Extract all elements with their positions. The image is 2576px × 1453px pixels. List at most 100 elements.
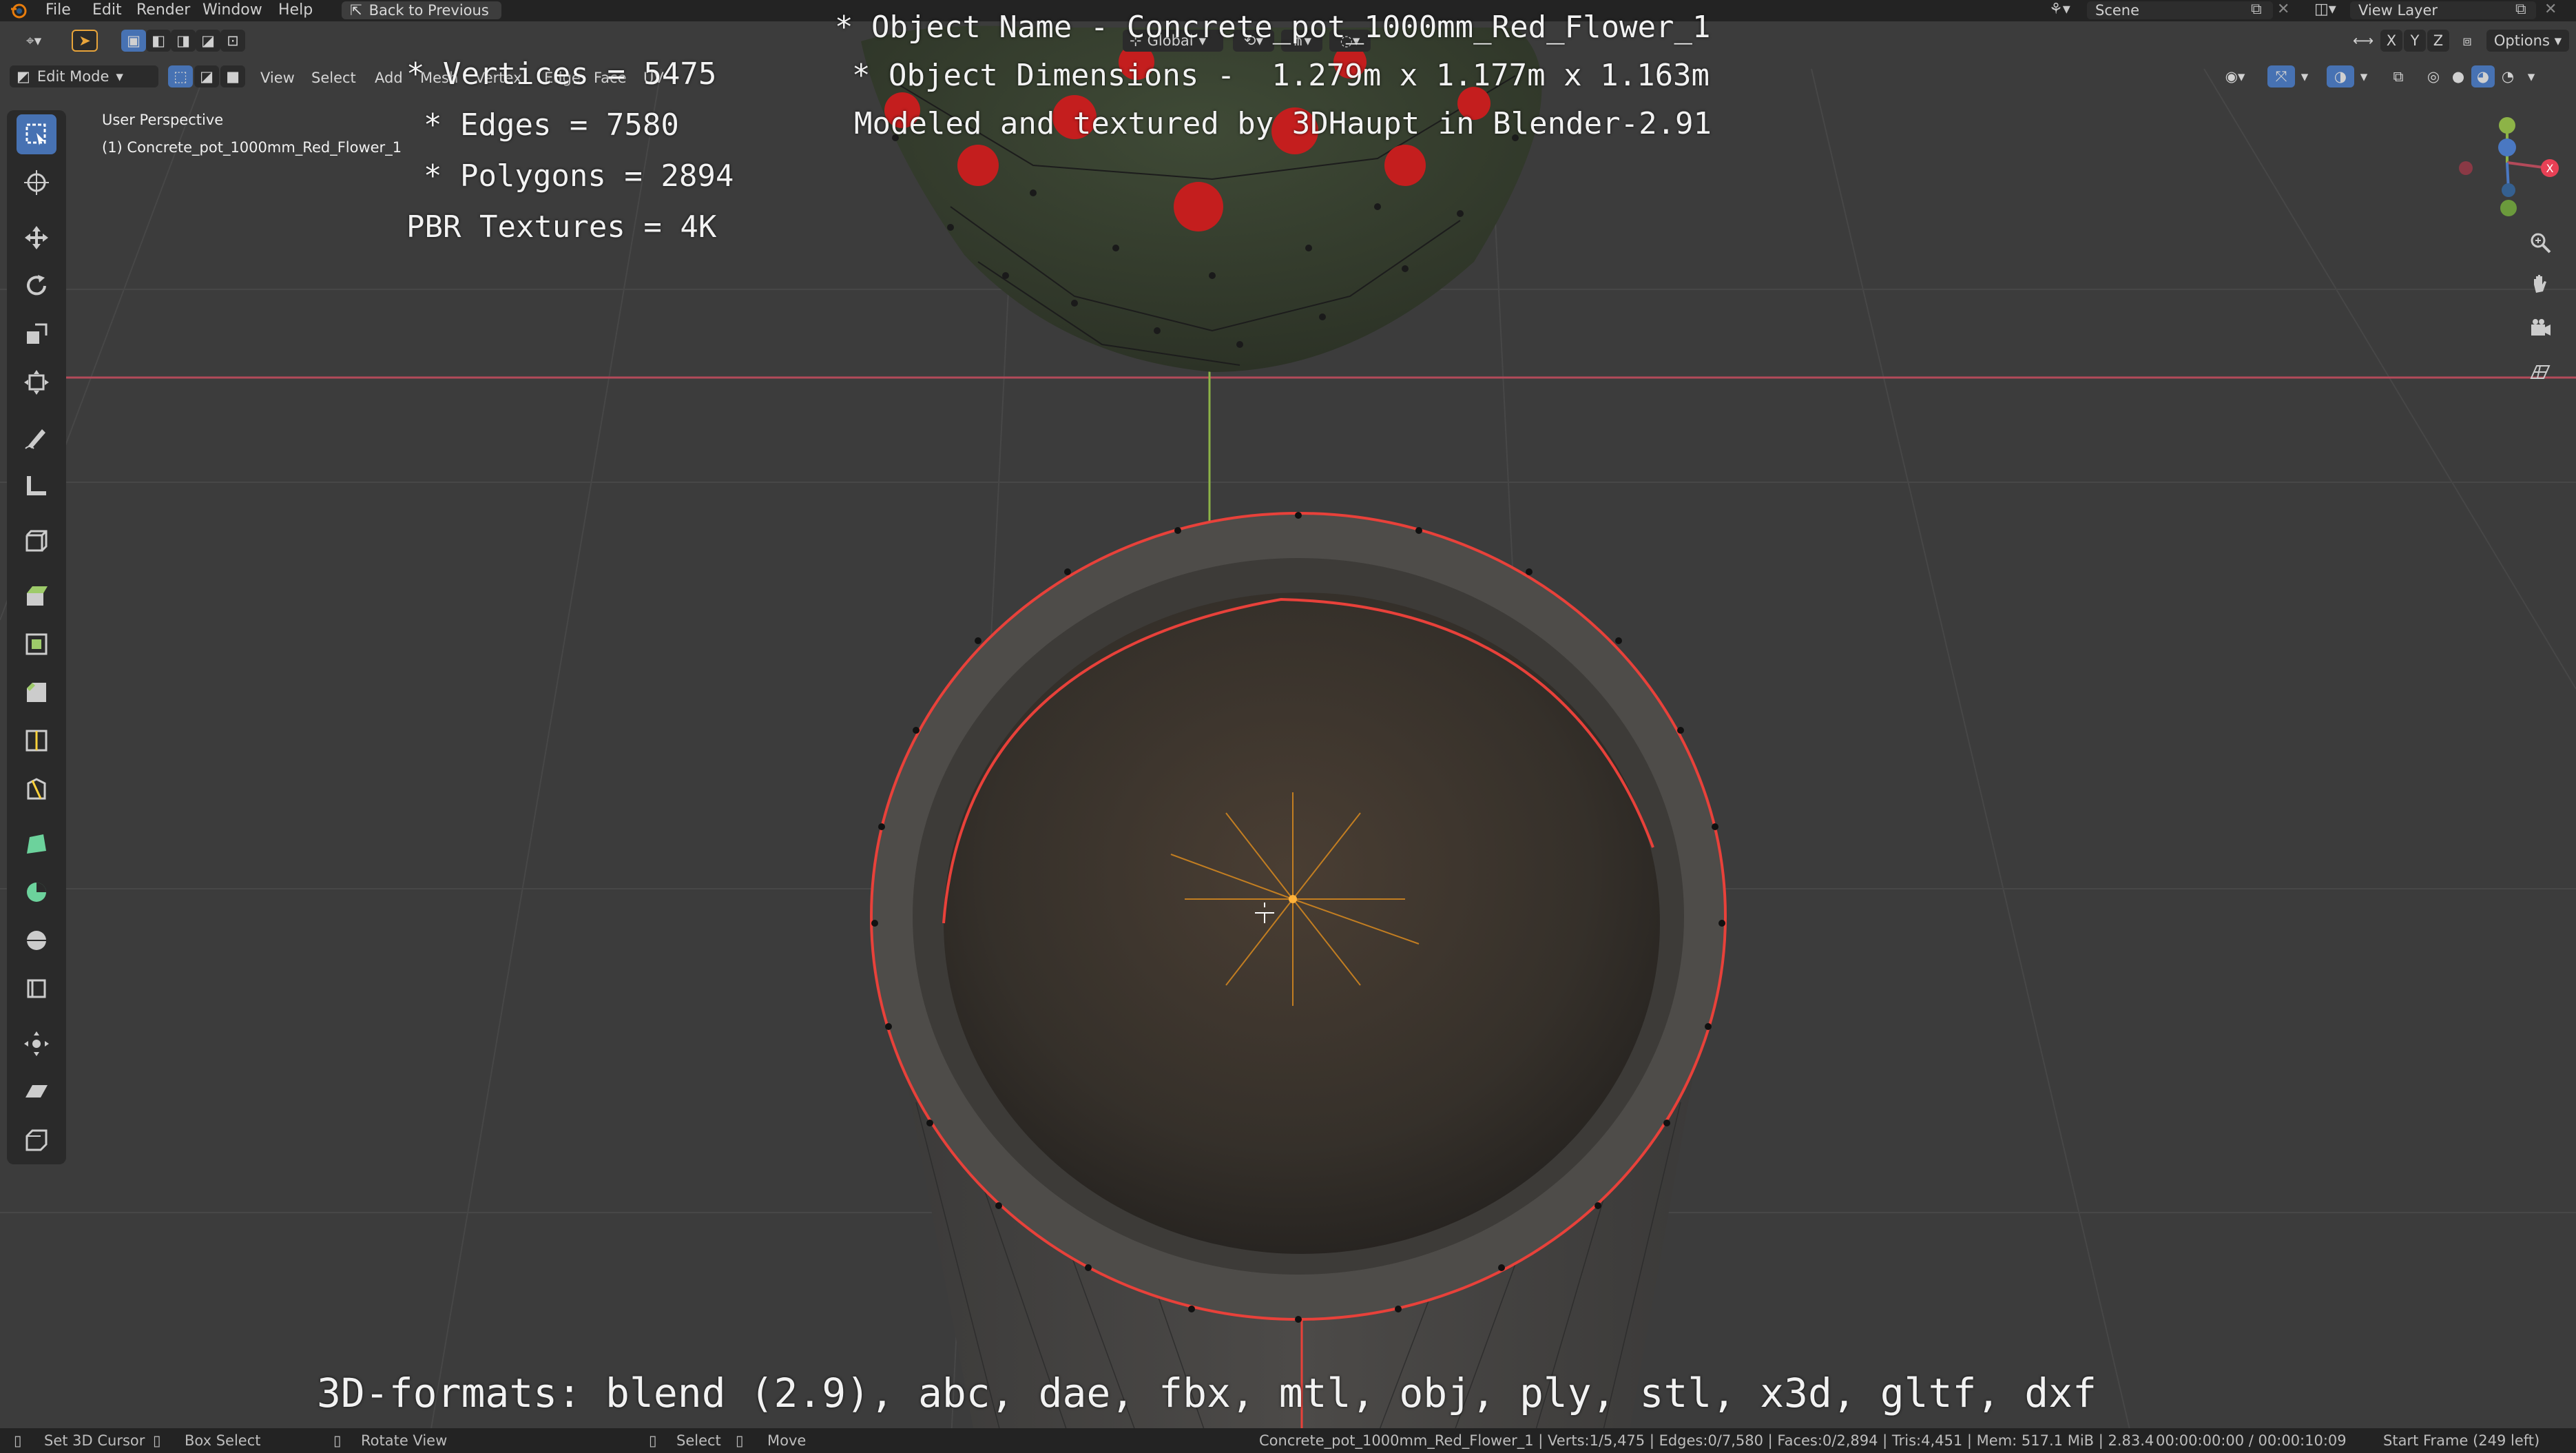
blender-logo-icon[interactable]: [10, 2, 28, 20]
select-invert-button[interactable]: ◪: [196, 30, 220, 52]
gizmo-icon: ⤧: [2275, 68, 2287, 85]
shading-wireframe-button[interactable]: ◎: [2422, 65, 2445, 87]
back-to-previous-label: Back to Previous: [368, 2, 489, 19]
back-to-previous-button[interactable]: ⇱ Back to Previous: [342, 1, 501, 19]
status-frame: Start Frame (249 left): [2383, 1432, 2540, 1449]
options-dropdown[interactable]: Options ▾: [2486, 30, 2569, 52]
editor-type-button[interactable]: ⌖▾: [12, 30, 55, 52]
select-extend-button[interactable]: ◧: [146, 30, 171, 52]
rotate-tool[interactable]: [17, 266, 56, 306]
header-menu-add[interactable]: Add: [375, 70, 403, 86]
status-time: 00:00:00:00 / 00:00:10:09: [2156, 1432, 2347, 1449]
header-menu-select[interactable]: Select: [311, 70, 356, 86]
face-select-mode-button[interactable]: ■: [220, 65, 245, 87]
bevel-tool[interactable]: [17, 672, 56, 712]
scene-copy-icon[interactable]: ⧉: [2251, 1, 2262, 18]
view-layer-icon[interactable]: ◫▾: [2314, 1, 2336, 18]
mirror-y-toggle[interactable]: Y: [2404, 30, 2426, 52]
scene-selector[interactable]: Scene: [2087, 1, 2273, 19]
smooth-tool[interactable]: [17, 920, 56, 960]
chevron-down-icon: ▾: [2549, 32, 2562, 49]
chevron-down-icon: ▾: [2300, 68, 2309, 85]
mirror-z-toggle[interactable]: Z: [2427, 30, 2449, 52]
gizmo-toggle[interactable]: ⤧: [2267, 65, 2295, 87]
shading-solid-button[interactable]: ●: [2447, 65, 2470, 87]
shading-material-button[interactable]: ◕: [2471, 65, 2495, 87]
loop-cut-tool[interactable]: [17, 721, 56, 761]
select-new-icon: ▣: [127, 32, 141, 49]
move-tool[interactable]: [17, 218, 56, 258]
select-intersect-button[interactable]: ⊡: [220, 30, 245, 52]
overlays-dropdown[interactable]: ▾: [2356, 65, 2372, 87]
visibility-toggle[interactable]: ◉▾: [2218, 65, 2252, 87]
transform-tool[interactable]: [17, 362, 56, 402]
view-layer-copy-icon[interactable]: ⧉: [2515, 1, 2526, 18]
navigation-gizmo[interactable]: X: [2452, 114, 2562, 225]
view-layer-close-icon[interactable]: ✕: [2544, 1, 2557, 18]
add-cube-tool[interactable]: [17, 521, 56, 561]
scale-tool[interactable]: [17, 314, 56, 354]
ortho-toggle-button[interactable]: [2521, 353, 2559, 391]
zoom-icon: [2531, 233, 2551, 254]
edge-slide-tool[interactable]: [17, 969, 56, 1009]
auto-merge-button[interactable]: ⧈: [2453, 30, 2481, 52]
vertex-select-mode-button[interactable]: ⬚: [168, 65, 193, 87]
inset-icon: [25, 633, 48, 655]
pbr-textures-stat: PBR Textures = 4K: [406, 209, 717, 245]
viewport-scene[interactable]: [0, 0, 2576, 1453]
gizmo-dropdown[interactable]: ▾: [2296, 65, 2313, 87]
menu-help[interactable]: Help: [278, 1, 313, 19]
xray-toggle[interactable]: ⧉: [2386, 65, 2411, 87]
tweak-tool-button[interactable]: ➤: [72, 30, 98, 52]
knife-tool[interactable]: [17, 769, 56, 809]
scene-close-icon[interactable]: ✕: [2277, 1, 2289, 18]
menu-render[interactable]: Render: [136, 1, 190, 19]
overlays-toggle[interactable]: ◑: [2327, 65, 2354, 87]
shrink-fatten-tool[interactable]: [17, 1024, 56, 1064]
annotate-tool[interactable]: [17, 418, 56, 457]
status-select: Select: [676, 1432, 721, 1449]
mode-value: Edit Mode: [37, 68, 110, 85]
inset-tool[interactable]: [17, 624, 56, 664]
mode-dropdown[interactable]: ◩ Edit Mode ▾: [10, 65, 158, 87]
view-layer-selector[interactable]: View Layer: [2350, 1, 2536, 19]
shear-tool[interactable]: [17, 1072, 56, 1112]
view-layer-name: View Layer: [2358, 2, 2438, 19]
svg-text:X: X: [2546, 162, 2554, 175]
shading-rendered-button[interactable]: ◔: [2496, 65, 2520, 87]
measure-tool[interactable]: [17, 466, 56, 506]
bevel-icon: [27, 683, 46, 702]
vertices-stat: * Vertices = 5475: [406, 56, 717, 92]
poly-build-tool[interactable]: [17, 824, 56, 864]
editor-type-icon: ⌖▾: [25, 32, 42, 49]
extrude-tool[interactable]: [17, 576, 56, 616]
status-scene-stats: Concrete_pot_1000mm_Red_Flower_1 | Verts…: [1259, 1432, 2154, 1449]
select-box-tool[interactable]: [17, 114, 56, 154]
mirror-x-toggle[interactable]: X: [2380, 30, 2402, 52]
transform-icon: [24, 370, 49, 395]
rendered-sphere-icon: ◔: [2501, 68, 2515, 85]
pan-view-button[interactable]: [2521, 265, 2559, 303]
select-box-icon: [25, 123, 46, 145]
zoom-view-button[interactable]: [2521, 223, 2559, 262]
back-arrow-icon: ⇱: [350, 2, 362, 19]
rip-icon: [25, 1129, 48, 1151]
menu-file[interactable]: File: [45, 1, 71, 19]
cursor-tool[interactable]: [17, 163, 56, 203]
shrink-fatten-icon: [24, 1031, 49, 1056]
rip-tool[interactable]: [17, 1120, 56, 1160]
select-subtract-button[interactable]: ◨: [171, 30, 196, 52]
shading-dropdown[interactable]: ▾: [2521, 65, 2542, 87]
header-menu-view[interactable]: View: [260, 70, 295, 86]
axis-y-label: Y: [2410, 32, 2420, 49]
menu-window[interactable]: Window: [202, 1, 262, 19]
scene-icon[interactable]: ⚘▾: [2049, 1, 2070, 18]
edge-select-mode-button[interactable]: ◪: [194, 65, 219, 87]
menu-edit[interactable]: Edit: [92, 1, 122, 19]
chevron-down-icon: ▾: [116, 68, 123, 85]
select-new-button[interactable]: ▣: [121, 30, 146, 52]
spin-tool[interactable]: [17, 872, 56, 912]
mirror-toggle-button[interactable]: ⟷: [2347, 30, 2379, 52]
select-invert-icon: ◪: [201, 32, 215, 49]
camera-view-button[interactable]: [2521, 309, 2559, 347]
